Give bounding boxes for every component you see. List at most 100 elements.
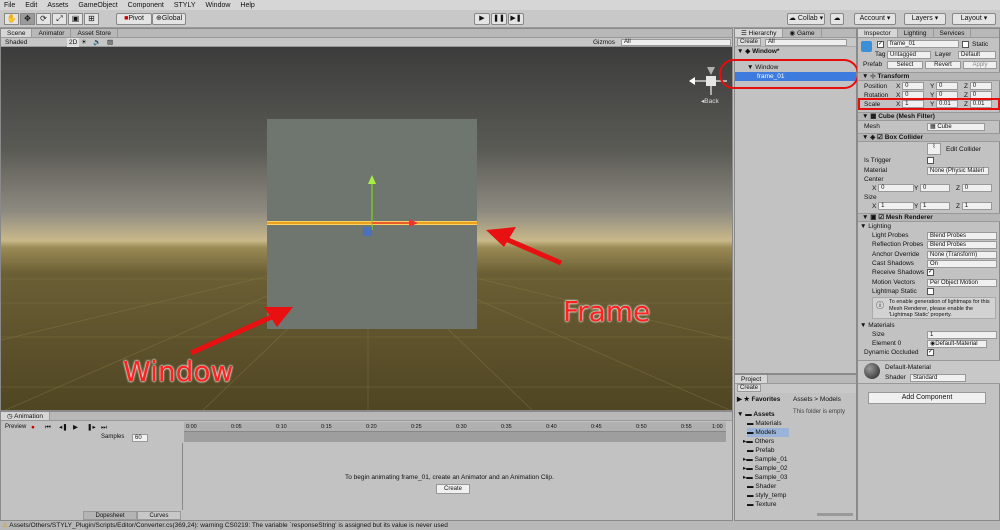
menu-window[interactable]: Window bbox=[206, 2, 231, 9]
pivot-toggle[interactable]: ■Pivot bbox=[116, 13, 152, 25]
transform-tool-icon[interactable]: ⊞ bbox=[84, 13, 99, 25]
tree-sample-01[interactable]: ▸▬ Sample_01 bbox=[743, 455, 787, 464]
samples-field[interactable]: 60 bbox=[132, 434, 148, 442]
pause-button[interactable]: ❚❚ bbox=[491, 13, 507, 25]
tab-hierarchy[interactable]: ☰ Hierarchy bbox=[735, 29, 784, 37]
move-tool-icon[interactable]: ✥ bbox=[20, 13, 35, 25]
rotate-tool-icon[interactable]: ⟳ bbox=[36, 13, 51, 25]
center-z[interactable]: 0 bbox=[961, 184, 992, 192]
prev-key-button-icon[interactable]: ◂❚ bbox=[59, 423, 68, 432]
prefab-revert-button[interactable]: Revert bbox=[925, 61, 961, 69]
transform-header[interactable]: ▼ ⊹ Transform bbox=[858, 72, 1000, 81]
active-checkbox[interactable]: ✓ bbox=[877, 41, 884, 48]
next-key-button-icon[interactable]: ❚▸ bbox=[87, 423, 96, 432]
dopesheet-tab[interactable]: Dopesheet bbox=[83, 511, 137, 520]
layer-dropdown[interactable]: Default bbox=[958, 51, 996, 59]
menu-assets[interactable]: Assets bbox=[47, 2, 68, 9]
static-checkbox[interactable] bbox=[962, 41, 969, 48]
add-component-button[interactable]: Add Component bbox=[868, 392, 986, 404]
shading-dropdown[interactable]: Shaded bbox=[5, 38, 27, 47]
meshfilter-header[interactable]: ▼ ▦ Cube (Mesh Filter) bbox=[858, 112, 1000, 121]
object-name-field[interactable]: frame_01 bbox=[887, 40, 959, 48]
project-create-dropdown[interactable]: Create bbox=[737, 384, 762, 392]
anchor-override-field[interactable]: None (Transform) bbox=[927, 251, 997, 259]
lightmap-static-checkbox[interactable] bbox=[927, 288, 934, 295]
menu-gameobject[interactable]: GameObject bbox=[78, 2, 117, 9]
receive-shadows-checkbox[interactable]: ✓ bbox=[927, 269, 934, 276]
scene-search-input[interactable]: All bbox=[621, 39, 731, 46]
shader-dropdown[interactable]: Standard bbox=[910, 374, 966, 382]
cloud-icon[interactable]: ☁ bbox=[830, 13, 844, 25]
tab-animator[interactable]: Animator bbox=[32, 29, 72, 37]
tree-models[interactable]: ▬ Models bbox=[747, 428, 789, 437]
materials-size-field[interactable]: 1 bbox=[927, 331, 997, 339]
tree-texture[interactable]: ▬ Texture bbox=[747, 500, 777, 509]
lighting-toggle-icon[interactable]: ☀ bbox=[81, 38, 87, 47]
size-y[interactable]: 1 bbox=[920, 202, 951, 210]
center-x[interactable]: 0 bbox=[878, 184, 915, 192]
tab-project[interactable]: Project bbox=[735, 375, 769, 383]
first-key-button-icon[interactable]: ⏮ bbox=[45, 423, 51, 432]
position-y[interactable]: 0 bbox=[936, 82, 959, 90]
hierarchy-create-dropdown[interactable]: Create bbox=[737, 38, 762, 46]
hierarchy-search-input[interactable]: All bbox=[765, 38, 848, 46]
is-trigger-checkbox[interactable] bbox=[927, 157, 934, 164]
preview-toggle[interactable]: Preview bbox=[5, 423, 26, 432]
2d-toggle[interactable]: 2D bbox=[67, 38, 80, 47]
layout-dropdown[interactable]: Layout ▾ bbox=[952, 13, 996, 25]
light-probes-dropdown[interactable]: Blend Probes bbox=[927, 232, 997, 240]
meshrenderer-header[interactable]: ▼ ▣ ☑ Mesh Renderer bbox=[858, 213, 1000, 222]
mesh-field[interactable]: ▦ Cube bbox=[927, 123, 985, 131]
tab-inspector[interactable]: Inspector bbox=[858, 29, 898, 37]
element0-field[interactable]: ◉Default-Material bbox=[927, 340, 987, 348]
edit-collider-icon[interactable]: ⌇ bbox=[927, 143, 941, 155]
tree-shader[interactable]: ▬ Shader bbox=[747, 482, 776, 491]
menu-edit[interactable]: Edit bbox=[25, 2, 37, 9]
global-toggle[interactable]: ⊕Global bbox=[152, 13, 186, 25]
tree-assets[interactable]: ▼ ▬ Assets bbox=[737, 410, 775, 419]
effects-toggle-icon[interactable]: ▨ bbox=[107, 38, 113, 47]
rect-tool-icon[interactable]: ▣ bbox=[68, 13, 83, 25]
tab-animation[interactable]: ◷ Animation bbox=[1, 412, 51, 420]
menu-styly[interactable]: STYLY bbox=[174, 2, 196, 9]
scale-tool-icon[interactable]: ⤢ bbox=[52, 13, 67, 25]
tab-services[interactable]: Services bbox=[934, 29, 972, 37]
tree-sample-03[interactable]: ▸▬ Sample_03 bbox=[743, 473, 787, 482]
position-z[interactable]: 0 bbox=[969, 82, 992, 90]
prefab-select-button[interactable]: Select bbox=[887, 61, 923, 69]
dynamic-occluded-checkbox[interactable]: ✓ bbox=[927, 349, 934, 356]
cast-shadows-dropdown[interactable]: On bbox=[927, 260, 997, 268]
last-key-button-icon[interactable]: ⏭ bbox=[101, 423, 107, 432]
motion-vectors-dropdown[interactable]: Per Object Motion bbox=[927, 279, 997, 287]
menu-component[interactable]: Component bbox=[128, 2, 164, 9]
record-button-icon[interactable]: ● bbox=[31, 423, 35, 432]
hierarchy-scene-row[interactable]: ▼ ◆ Window* bbox=[737, 47, 779, 56]
tab-lighting[interactable]: Lighting bbox=[898, 29, 934, 37]
reflection-probes-dropdown[interactable]: Blend Probes bbox=[927, 241, 997, 249]
size-z[interactable]: 1 bbox=[961, 202, 992, 210]
play-button[interactable]: ▶ bbox=[474, 13, 490, 25]
account-dropdown[interactable]: Account ▾ bbox=[854, 13, 896, 25]
menu-help[interactable]: Help bbox=[240, 2, 254, 9]
hand-tool-icon[interactable]: ✋ bbox=[4, 13, 19, 25]
physic-material-field[interactable]: None (Physic Materi bbox=[927, 167, 989, 175]
prefab-apply-button[interactable]: Apply bbox=[963, 61, 997, 69]
tree-others[interactable]: ▸▬ Others bbox=[743, 437, 774, 446]
position-x[interactable]: 0 bbox=[902, 82, 925, 90]
thumbnail-size-slider[interactable] bbox=[817, 513, 853, 516]
audio-toggle-icon[interactable]: 🔈 bbox=[93, 38, 101, 47]
status-bar[interactable]: ⚠ Assets/Others/STYLY_Plugin/Scripts/Edi… bbox=[0, 521, 1000, 530]
tag-dropdown[interactable]: Untagged bbox=[887, 51, 931, 59]
tab-scene[interactable]: Scene bbox=[1, 29, 33, 37]
center-y[interactable]: 0 bbox=[920, 184, 951, 192]
favorites-row[interactable]: ▶ ★ Favorites bbox=[737, 395, 780, 404]
layers-dropdown[interactable]: Layers ▾ bbox=[904, 13, 946, 25]
animation-create-button[interactable]: Create bbox=[436, 484, 470, 494]
collab-dropdown[interactable]: ☁ Collab ▾ bbox=[787, 13, 825, 25]
tab-game[interactable]: ◉ Game bbox=[783, 29, 822, 37]
gizmos-dropdown[interactable]: Gizmos bbox=[593, 38, 615, 47]
tree-materials[interactable]: ▬ Materials bbox=[747, 419, 782, 428]
scene-viewport[interactable]: ◂Back Frame Window bbox=[1, 47, 732, 410]
tree-sample-02[interactable]: ▸▬ Sample_02 bbox=[743, 464, 787, 473]
step-button[interactable]: ▶❚ bbox=[508, 13, 524, 25]
